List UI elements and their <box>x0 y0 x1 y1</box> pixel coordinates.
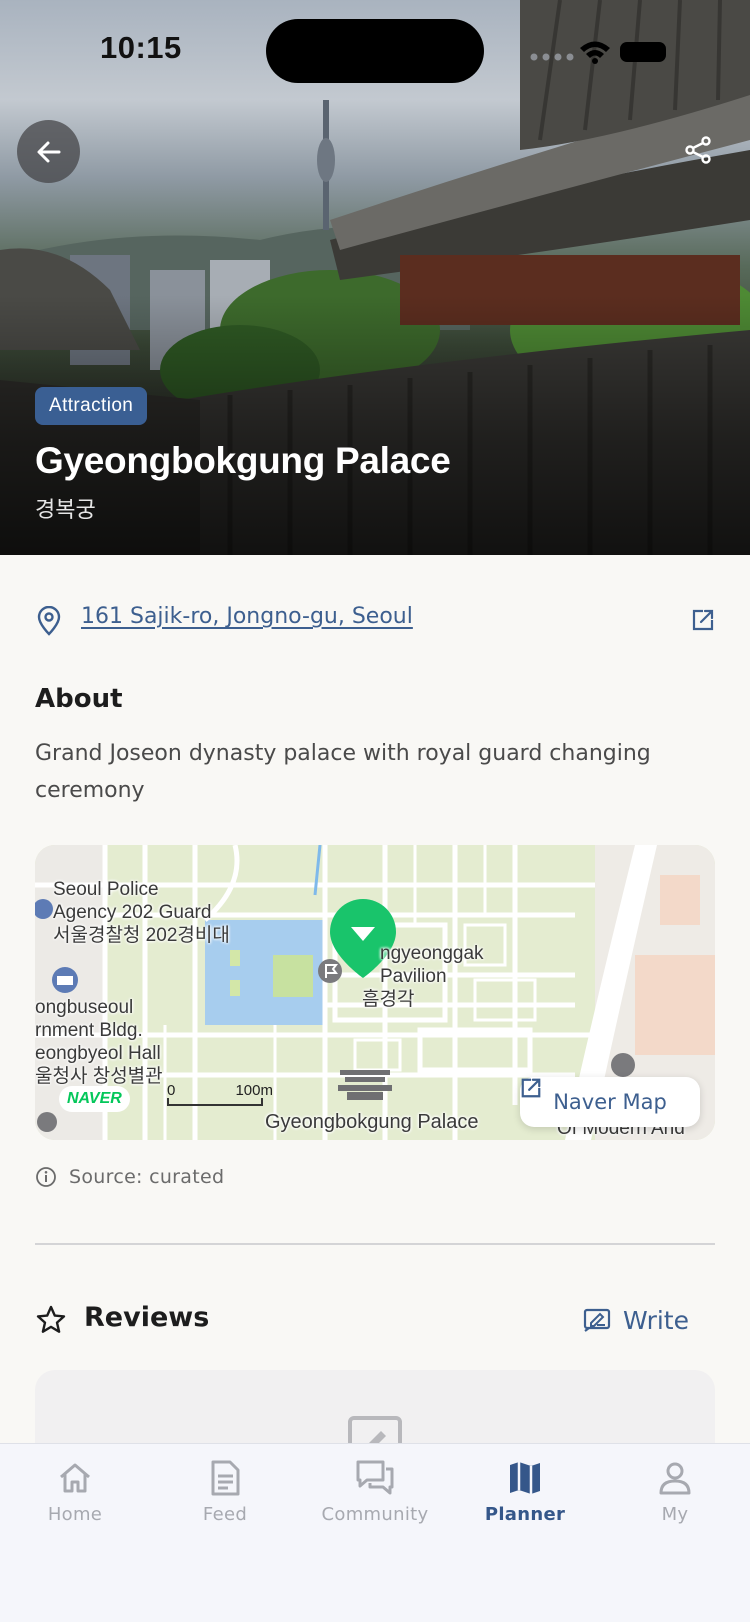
map-label-police-ko: 서울경찰청 202경비대 <box>53 925 230 946</box>
location-pin-icon <box>37 606 61 636</box>
bottom-tab-bar: Home Feed Community Planner My <box>0 1443 750 1622</box>
map-label-pavilion-ko: 흠경각 <box>362 989 415 1010</box>
about-description: Grand Joseon dynasty palace with royal g… <box>35 741 651 803</box>
map-icon <box>510 1462 540 1494</box>
map-label-bldg-3: eongbyeol Hall <box>35 1043 161 1064</box>
chat-icon <box>356 1460 394 1495</box>
open-naver-map-button[interactable]: Naver Map <box>520 1077 700 1127</box>
tab-planner[interactable]: Planner <box>460 1458 590 1528</box>
place-korean-name: 경복궁 <box>35 498 96 523</box>
poi-flag-icon <box>318 959 342 983</box>
scale-bar <box>167 1098 263 1106</box>
back-button[interactable] <box>17 120 80 183</box>
address-link[interactable]: 161 Sajik-ro, Jongno-gu, Seoul <box>81 604 413 629</box>
tab-home[interactable]: Home <box>10 1458 140 1528</box>
status-icons <box>530 36 690 66</box>
dynamic-island <box>266 19 484 83</box>
map-label-pavilion-2: Pavilion <box>380 966 447 987</box>
tab-feed[interactable]: Feed <box>160 1458 290 1528</box>
source-text: Source: curated <box>69 1166 225 1188</box>
map-label-bldg-1: ongbuseoul <box>35 997 134 1018</box>
section-divider <box>35 1243 715 1245</box>
map-scale: 0 100m <box>167 1082 273 1108</box>
map-label-bldg-4: 울청사 창성별관 <box>35 1066 163 1087</box>
place-title: Gyeongbokgung Palace <box>35 440 451 481</box>
write-review-button[interactable]: Write <box>583 1300 689 1340</box>
reviews-title: Reviews <box>84 1302 210 1333</box>
map-label-bldg-2: rnment Bldg. <box>35 1020 143 1041</box>
external-link-icon <box>521 1078 541 1098</box>
hero-gradient <box>0 295 750 555</box>
reviews-header: Reviews Write <box>35 1300 715 1340</box>
info-icon <box>36 1167 56 1187</box>
signal-icon <box>530 53 574 61</box>
battery-icon <box>620 42 666 62</box>
share-button[interactable] <box>678 130 718 170</box>
tab-home-label: Home <box>47 1504 103 1525</box>
home-icon <box>60 1463 90 1493</box>
map-preview[interactable]: Seoul Police Agency 202 Guard 서울경찰청 202경… <box>35 845 715 1140</box>
place-detail-screen: 10:15 Attraction Gyeongbokgung Palace 경복… <box>0 0 750 1622</box>
status-time: 10:15 <box>100 30 182 65</box>
write-review-label: Write <box>622 1305 689 1335</box>
person-icon <box>659 1462 691 1495</box>
arrow-left-icon <box>37 141 60 162</box>
tab-my[interactable]: My <box>610 1458 740 1528</box>
document-icon <box>211 1460 240 1496</box>
tab-my-label: My <box>661 1504 689 1525</box>
open-naver-map-label: Naver Map <box>553 1090 667 1114</box>
scale-zero: 0 <box>167 1082 176 1099</box>
external-link-icon[interactable] <box>691 608 715 632</box>
source-note: Source: curated <box>35 1163 224 1191</box>
category-badge: Attraction <box>35 387 148 425</box>
address-row[interactable]: 161 Sajik-ro, Jongno-gu, Seoul <box>35 600 715 640</box>
naver-logo: NAVER <box>59 1086 130 1112</box>
hero-image: 10:15 Attraction Gyeongbokgung Palace 경복… <box>0 0 750 555</box>
tab-feed-label: Feed <box>202 1504 248 1525</box>
share-icon <box>685 136 711 164</box>
star-icon <box>36 1305 66 1333</box>
edit-icon <box>583 1308 611 1332</box>
map-label-palace: Gyeongbokgung Palace <box>265 1111 479 1133</box>
map-label-police: Seoul Police <box>53 879 159 900</box>
tab-planner-label: Planner <box>484 1504 566 1525</box>
map-label-police-2: Agency 202 Guard <box>53 902 212 923</box>
tab-community[interactable]: Community <box>310 1458 440 1528</box>
map-label-pavilion: ngyeonggak <box>380 943 484 964</box>
wifi-icon <box>580 41 610 64</box>
scale-distance: 100m <box>235 1082 273 1099</box>
about-heading: About <box>35 684 123 714</box>
tab-community-label: Community <box>321 1504 429 1525</box>
